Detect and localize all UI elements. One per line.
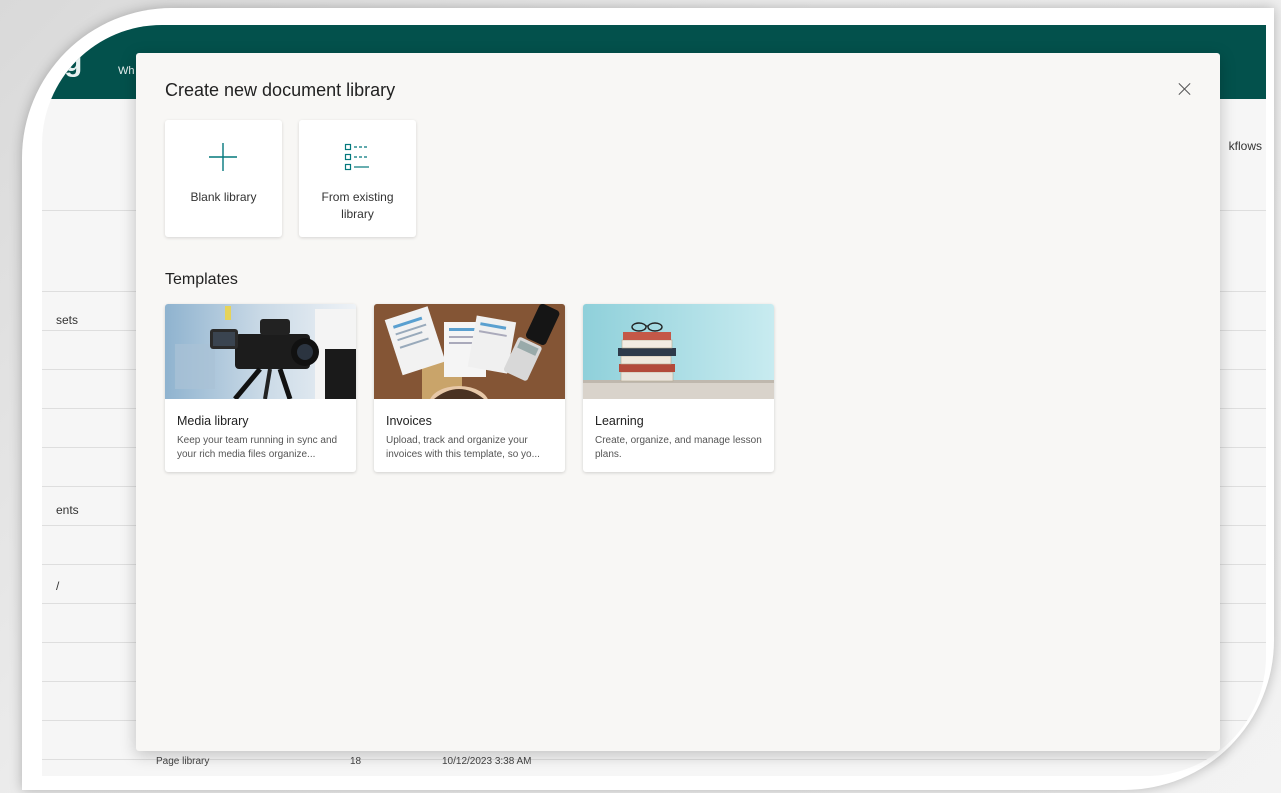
background-nav-label[interactable]: / xyxy=(56,579,59,593)
background-toolbar-label[interactable]: kflows xyxy=(1229,139,1262,153)
background-nav-label[interactable]: sets xyxy=(56,313,78,327)
camera-image xyxy=(165,304,356,399)
template-card-learning[interactable]: Learning Create, organize, and manage le… xyxy=(583,304,774,472)
row-count: 18 xyxy=(350,756,362,767)
template-description: Keep your team running in sync and your … xyxy=(177,435,338,460)
templates-heading: Templates xyxy=(165,271,238,288)
table-row[interactable]: Page library 18 10/12/2023 3:38 AM xyxy=(42,748,1266,776)
plus-icon xyxy=(209,143,237,171)
list-icon xyxy=(344,143,369,171)
template-card-media-library[interactable]: Media library Keep your team running in … xyxy=(165,304,356,472)
dialog-title: Create new document library xyxy=(165,80,396,100)
template-name: Invoices xyxy=(386,414,432,428)
template-name: Media library xyxy=(177,414,249,428)
option-label: Blank library xyxy=(190,190,257,204)
create-library-dialog: Create new document library Blank librar… xyxy=(136,53,1220,751)
from-existing-library-button[interactable]: From existing library xyxy=(299,120,416,237)
suite-nav-item[interactable]: Wh xyxy=(118,65,135,77)
template-description: Upload, track and organize your invoices… xyxy=(386,435,540,460)
invoices-image xyxy=(374,304,565,399)
row-type: Page library xyxy=(156,756,210,767)
template-card-invoices[interactable]: Invoices Upload, track and organize your… xyxy=(374,304,565,472)
blank-library-button[interactable]: Blank library xyxy=(165,120,282,237)
close-icon[interactable] xyxy=(1176,80,1194,98)
suite-logo[interactable]: g xyxy=(64,45,82,79)
template-description: Create, organize, and manage lesson plan… xyxy=(595,435,762,460)
template-name: Learning xyxy=(595,414,644,428)
option-label: From existing library xyxy=(321,190,394,221)
row-modified: 10/12/2023 3:38 AM xyxy=(442,756,532,767)
books-image xyxy=(583,304,774,399)
background-nav-label[interactable]: ents xyxy=(56,503,79,517)
